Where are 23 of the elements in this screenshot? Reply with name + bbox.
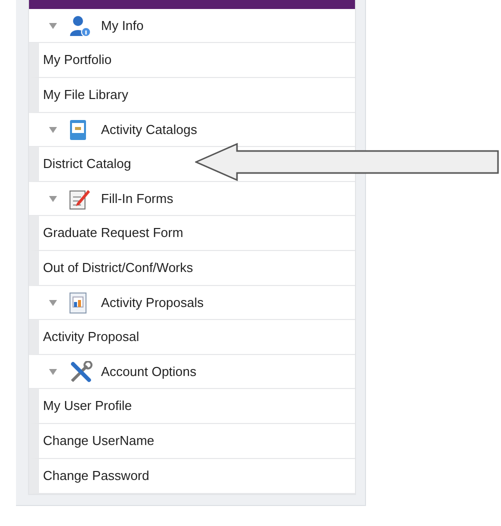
form-pencil-icon [69, 188, 91, 210]
menu-item[interactable]: Activity Proposal [29, 320, 355, 355]
menu-item[interactable]: My Portfolio [29, 43, 355, 78]
caret-icon [49, 22, 57, 28]
tools-icon [69, 360, 93, 382]
section-title: Activity Proposals [101, 294, 204, 312]
caret-icon [49, 300, 57, 306]
section-title: Account Options [101, 362, 196, 381]
chart-document-icon [69, 292, 87, 314]
caret-icon [49, 196, 57, 202]
menu-item[interactable]: My File Library [29, 78, 355, 113]
caret-icon [49, 126, 57, 132]
section-title: Activity Catalogs [101, 120, 198, 139]
menu-item[interactable]: Graduate Request Form [29, 216, 355, 251]
menu-item[interactable]: Change UserName [29, 424, 355, 459]
catalog-icon [69, 118, 87, 140]
section-title: My Info [101, 16, 144, 35]
user-icon [69, 14, 91, 36]
caret-icon [49, 368, 57, 374]
menu-item[interactable]: My User Profile [29, 389, 355, 424]
menu-item[interactable]: Out of District/Conf/Works [29, 251, 355, 286]
section-title: Fill-In Forms [101, 190, 174, 208]
menu-item[interactable]: Change Password [29, 459, 355, 494]
